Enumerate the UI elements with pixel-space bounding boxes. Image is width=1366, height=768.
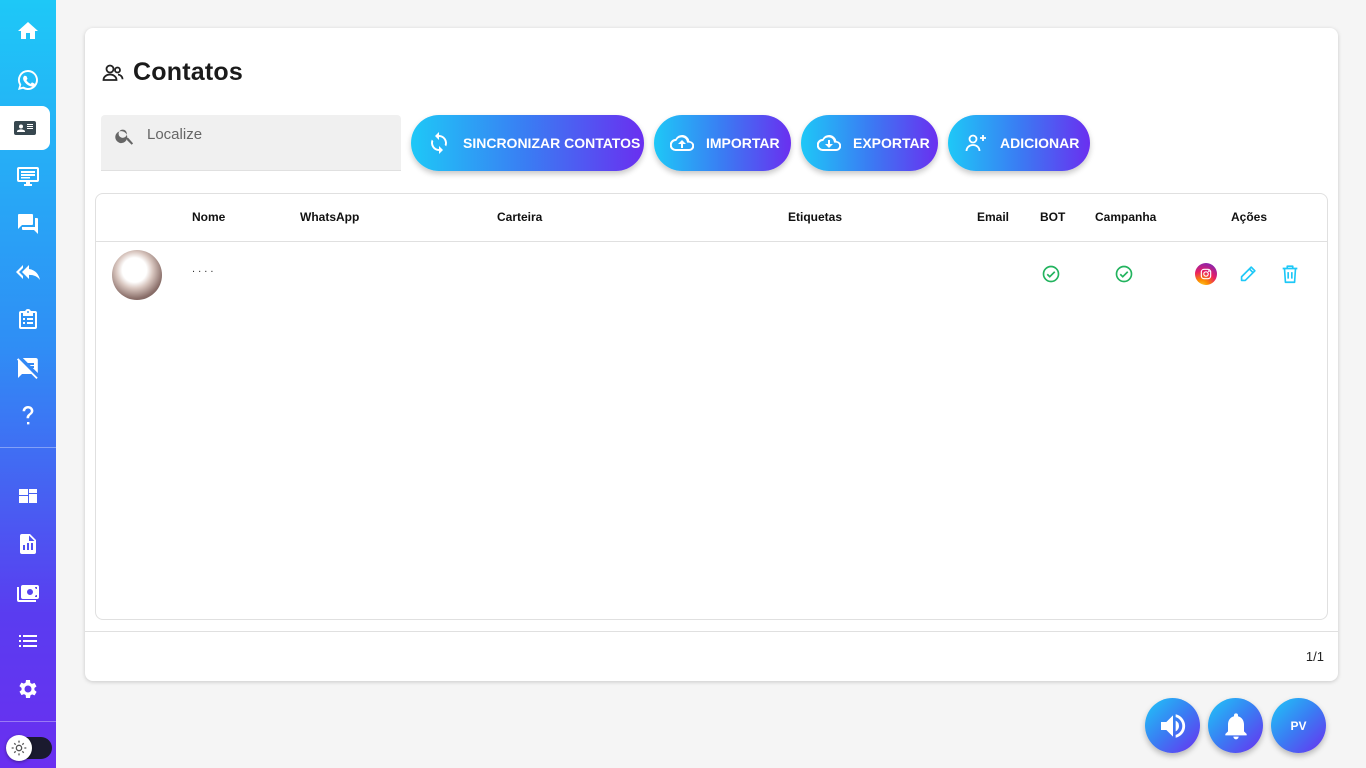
- sync-contacts-button[interactable]: SINCRONIZAR CONTATOS: [411, 115, 644, 171]
- pagination-counter: 1/1: [1305, 649, 1324, 664]
- contacts-card: Contatos SINCRONIZAR CONTATOS IMPORTAR E…: [85, 28, 1338, 681]
- bot-enabled-icon: [1041, 264, 1061, 284]
- avatar: [112, 250, 162, 300]
- private-chat-button[interactable]: PV: [1271, 698, 1326, 753]
- sidebar-item-reports[interactable]: [0, 522, 56, 566]
- notifications-button[interactable]: [1208, 698, 1263, 753]
- instagram-button[interactable]: [1195, 263, 1217, 285]
- sidebar-item-help[interactable]: [0, 394, 56, 438]
- import-button[interactable]: IMPORTAR: [654, 115, 791, 171]
- export-button[interactable]: EXPORTAR: [801, 115, 938, 171]
- sidebar-item-home[interactable]: [0, 9, 56, 53]
- search-box: [101, 115, 401, 171]
- table-header: Nome WhatsApp Carteira Etiquetas Email B…: [96, 194, 1327, 242]
- monitor-icon: [17, 167, 39, 186]
- theme-toggle[interactable]: [6, 735, 52, 761]
- sidebar-item-chat[interactable]: [0, 202, 56, 246]
- page-header: Contatos: [101, 58, 243, 87]
- bell-icon: [1224, 712, 1247, 739]
- contacts-table: Nome WhatsApp Carteira Etiquetas Email B…: [95, 193, 1328, 620]
- import-label: IMPORTAR: [706, 135, 780, 151]
- check-circle-icon: [1042, 265, 1060, 283]
- column-header-tags[interactable]: Etiquetas: [788, 210, 842, 224]
- sidebar-item-whatsapp[interactable]: [0, 58, 56, 102]
- chat-icon: [18, 214, 38, 234]
- search-input[interactable]: [147, 123, 387, 145]
- report-icon: [20, 534, 36, 554]
- volume-icon: [1160, 713, 1185, 738]
- instagram-icon: [1200, 268, 1212, 280]
- sync-icon: [431, 132, 447, 154]
- contact-name: . . . .: [192, 263, 214, 275]
- column-header-actions: Ações: [1231, 210, 1268, 224]
- sidebar-item-blocked[interactable]: [0, 346, 56, 390]
- sidebar: [0, 0, 56, 768]
- column-header-wallet[interactable]: Carteira: [497, 210, 542, 224]
- sidebar-item-tasks[interactable]: [0, 298, 56, 342]
- sidebar-divider: [0, 447, 56, 448]
- search-icon: [115, 129, 134, 145]
- trash-icon: [1282, 265, 1298, 284]
- sidebar-item-quick-replies[interactable]: [0, 250, 56, 294]
- reply-all-icon: [16, 265, 40, 280]
- people-icon: [102, 64, 124, 81]
- sidebar-item-settings[interactable]: [0, 667, 56, 711]
- theme-toggle-knob: [6, 735, 32, 761]
- edit-contact-button[interactable]: [1237, 263, 1259, 285]
- footer-divider: [85, 631, 1338, 632]
- sidebar-divider-bottom: [0, 721, 56, 722]
- whatsapp-icon: [18, 70, 38, 90]
- clipboard-icon: [19, 309, 37, 329]
- contact-card-icon: [14, 121, 36, 135]
- sidebar-item-dashboard[interactable]: [0, 474, 56, 518]
- table-row: . . . .: [96, 243, 1327, 305]
- person-add-icon: [965, 134, 986, 152]
- sync-contacts-label: SINCRONIZAR CONTATOS: [463, 135, 641, 151]
- cloud-download-icon: [817, 134, 841, 152]
- list-icon: [19, 635, 37, 647]
- sidebar-item-contacts[interactable]: [0, 106, 50, 150]
- check-circle-icon: [1115, 265, 1133, 283]
- sidebar-item-monitor[interactable]: [0, 154, 56, 198]
- sidebar-item-finance[interactable]: [0, 571, 56, 615]
- money-icon: [17, 585, 39, 602]
- dashboard-icon: [19, 489, 37, 503]
- add-contact-button[interactable]: ADICIONAR: [948, 115, 1090, 171]
- pv-label: PV: [1290, 718, 1307, 733]
- sound-toggle-button[interactable]: [1145, 698, 1200, 753]
- home-icon: [18, 22, 38, 39]
- page-title: Contatos: [133, 58, 243, 86]
- sun-icon: [11, 740, 27, 756]
- export-label: EXPORTAR: [853, 135, 930, 151]
- add-contact-label: ADICIONAR: [1000, 135, 1080, 151]
- campaign-enabled-icon: [1114, 264, 1134, 284]
- help-icon: [22, 406, 34, 425]
- column-header-bot[interactable]: BOT: [1040, 210, 1065, 224]
- settings-icon: [19, 680, 37, 698]
- column-header-whatsapp[interactable]: WhatsApp: [300, 210, 359, 224]
- sidebar-item-list[interactable]: [0, 619, 56, 663]
- cloud-upload-icon: [670, 134, 694, 152]
- delete-contact-button[interactable]: [1279, 263, 1301, 285]
- column-header-email[interactable]: Email: [977, 210, 1009, 224]
- column-header-name[interactable]: Nome: [192, 210, 225, 224]
- pencil-icon: [1240, 266, 1256, 282]
- column-header-campaign[interactable]: Campanha: [1095, 210, 1156, 224]
- message-off-icon: [17, 358, 38, 379]
